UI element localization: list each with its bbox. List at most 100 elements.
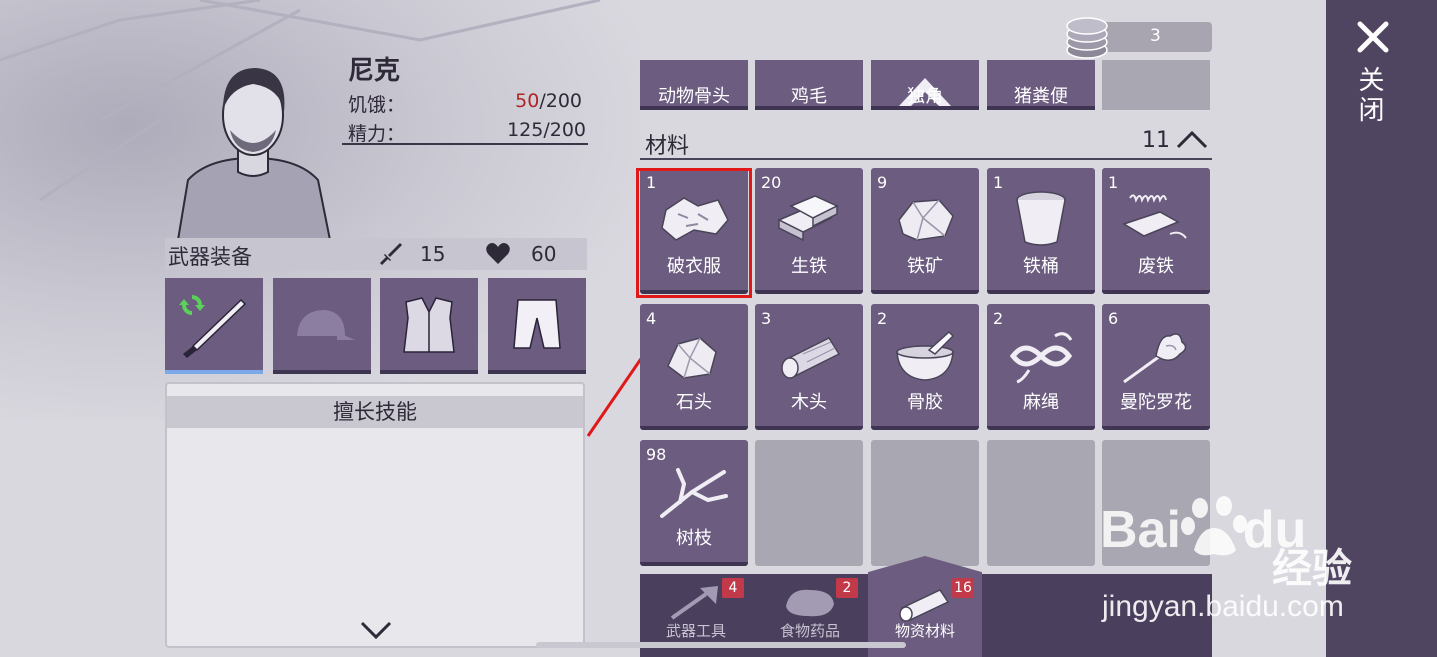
defense-value: 60	[531, 242, 557, 266]
inventory-empty-slot	[1102, 60, 1210, 110]
inventory-item[interactable]: 6 曼陀罗花	[1102, 304, 1210, 430]
highlight-box	[636, 168, 752, 298]
chevron-up-icon[interactable]	[1176, 130, 1208, 150]
tab-label: 食物药品	[779, 622, 840, 640]
attack-value: 15	[420, 242, 446, 266]
hunger-label: 饥饿：	[348, 94, 406, 116]
equip-slot-body[interactable]	[380, 278, 478, 374]
inventory-item[interactable]: 4 石头	[640, 304, 748, 430]
inventory-item[interactable]: 1 废铁	[1102, 168, 1210, 294]
paw-icon	[1181, 496, 1247, 556]
character-portrait	[176, 68, 332, 240]
inventory-item[interactable]: 动物骨头	[640, 60, 748, 110]
item-count: 2	[877, 309, 888, 328]
item-count: 2	[993, 309, 1004, 328]
hunger-stat: 饥饿： 50/200	[348, 88, 584, 116]
equip-slot-weapon[interactable]	[165, 278, 263, 374]
energy-stat: 精力： 125/200	[342, 117, 588, 145]
item-name: 树枝	[676, 528, 712, 549]
datura-icon	[1123, 333, 1187, 384]
energy-value: 125/200	[507, 119, 586, 141]
item-name: 木头	[791, 392, 827, 413]
inventory-item[interactable]: 20 生铁	[755, 168, 863, 294]
iron-bar-icon	[777, 195, 839, 242]
item-name: 铁矿	[907, 256, 943, 277]
scrap-iron-icon	[1122, 194, 1187, 239]
item-name: 生铁	[791, 256, 827, 277]
cap-icon	[297, 310, 355, 340]
inventory-item[interactable]: 2 骨胶	[871, 304, 979, 430]
item-name: 石头	[676, 392, 712, 413]
chevron-down-icon[interactable]	[360, 620, 392, 640]
stone-icon	[667, 337, 717, 379]
watermark-cn: 经验	[1272, 546, 1352, 592]
inventory-empty-slot	[871, 440, 979, 566]
inventory-item[interactable]: 鸡毛	[755, 60, 863, 110]
meat-icon	[786, 589, 834, 617]
inventory-item[interactable]: 1 铁桶	[987, 168, 1095, 294]
item-count: 4	[646, 309, 657, 328]
item-name: 骨胶	[907, 392, 943, 413]
shorts-icon	[513, 299, 561, 349]
item-name: 鸡毛	[791, 86, 827, 107]
item-name: 独角	[907, 86, 943, 107]
energy-label: 精力：	[348, 123, 406, 145]
item-count: 6	[1108, 309, 1119, 328]
tab-food-medicine[interactable]: 2 食物药品	[754, 574, 866, 644]
item-name: 铁桶	[1023, 256, 1059, 277]
equipment-header: 武器装备 15 60	[165, 238, 587, 270]
equipment-title: 武器装备	[168, 245, 252, 269]
inventory-item[interactable]: 猪粪便	[987, 60, 1095, 110]
vest-icon	[403, 297, 455, 353]
bucket-icon	[1016, 191, 1066, 246]
inventory-item[interactable]: 98 树枝	[640, 440, 748, 566]
axe-icon	[670, 586, 718, 620]
tab-badge: 4	[722, 578, 744, 598]
knife-icon	[183, 298, 247, 358]
hunger-value: 50/200	[515, 90, 582, 112]
item-name: 废铁	[1138, 256, 1174, 277]
heart-icon	[486, 243, 510, 264]
log-icon	[899, 589, 950, 622]
skills-title: 擅长技能	[167, 396, 583, 428]
sword-icon	[380, 243, 402, 265]
home-indicator[interactable]	[536, 642, 906, 648]
item-name: 动物骨头	[658, 86, 730, 107]
item-count: 9	[877, 173, 888, 192]
item-count: 1	[1108, 173, 1119, 192]
equip-slot-head[interactable]	[273, 278, 371, 374]
inventory-item[interactable]: 2 麻绳	[987, 304, 1095, 430]
tab-badge: 2	[836, 578, 858, 598]
close-label[interactable]: 关闭	[1354, 66, 1388, 126]
tab-label: 物资材料	[894, 622, 955, 640]
skills-panel: 擅长技能	[165, 382, 585, 648]
item-name: 猪粪便	[1014, 86, 1068, 107]
close-icon[interactable]	[1356, 20, 1390, 54]
inventory-item[interactable]: 独角	[871, 60, 979, 110]
item-name: 曼陀罗花	[1120, 392, 1192, 413]
tab-badge: 16	[952, 578, 974, 598]
tab-label: 武器工具	[665, 622, 726, 640]
tab-weapons-tools[interactable]: 4 武器工具	[640, 574, 752, 644]
item-name: 麻绳	[1023, 392, 1059, 413]
inventory-item[interactable]: 9 铁矿	[871, 168, 979, 294]
inventory-empty-slot	[755, 440, 863, 566]
log-icon	[781, 337, 841, 379]
rope-icon	[1009, 332, 1073, 384]
item-count: 3	[761, 309, 772, 328]
selected-indicator	[165, 370, 263, 374]
inventory-empty-slot	[987, 440, 1095, 566]
watermark-url: jingyan.baidu.com	[1102, 590, 1344, 623]
branch-icon	[660, 468, 728, 518]
character-name: 尼克	[348, 56, 401, 86]
inventory-item[interactable]: 3 木头	[755, 304, 863, 430]
bone-glue-icon	[896, 330, 955, 381]
iron-ore-icon	[898, 199, 954, 241]
item-count: 1	[993, 173, 1004, 192]
coin-value: 3	[1150, 26, 1161, 46]
section-title: 材料	[645, 134, 690, 159]
materials-section-header[interactable]: 材料 11	[640, 124, 1212, 160]
section-count: 11	[1142, 128, 1170, 153]
coin-stack-icon	[1066, 17, 1108, 59]
equip-slot-legs[interactable]	[488, 278, 586, 374]
